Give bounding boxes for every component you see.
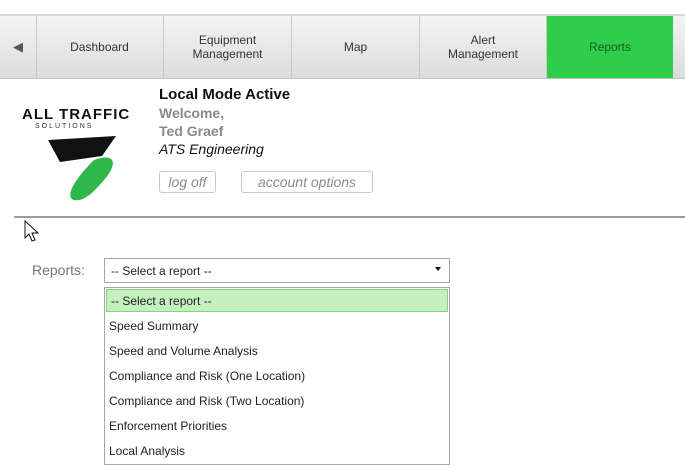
logoff-button[interactable]: log off — [159, 171, 216, 193]
tab-label: Map — [343, 40, 368, 54]
dropdown-arrow-icon — [435, 267, 441, 271]
top-strip — [0, 0, 685, 16]
company-logo: ALL TRAFFIC SOLUTIONS — [18, 94, 142, 212]
logo-swoosh-icon — [48, 136, 116, 201]
mouse-pointer-icon — [24, 220, 40, 242]
tab-equipment-management[interactable]: Equipment Management — [164, 16, 292, 78]
option-compliance-risk-two[interactable]: Compliance and Risk (Two Location) — [105, 388, 449, 413]
report-dropdown-list: -- Select a report -- Speed Summary Spee… — [104, 287, 450, 465]
reports-label: Reports: — [32, 262, 85, 278]
main-nav: ◀ Dashboard Equipment Management Map Ale… — [0, 16, 685, 79]
user-name: Ted Graef — [159, 123, 224, 139]
user-info: Local Mode Active Welcome, Ted Graef ATS… — [159, 86, 419, 193]
option-local-analysis[interactable]: Local Analysis — [105, 438, 449, 463]
option-speed-volume-analysis[interactable]: Speed and Volume Analysis — [105, 338, 449, 363]
option-enforcement-priorities[interactable]: Enforcement Priorities — [105, 413, 449, 438]
header-divider — [14, 216, 685, 218]
report-select[interactable]: -- Select a report -- — [104, 258, 450, 283]
option-speed-summary[interactable]: Speed Summary — [105, 313, 449, 338]
tab-alert-management[interactable]: Alert Management — [420, 16, 547, 78]
page: ◀ Dashboard Equipment Management Map Ale… — [0, 0, 685, 469]
option-compliance-risk-one[interactable]: Compliance and Risk (One Location) — [105, 363, 449, 388]
nav-back-arrow-icon[interactable]: ◀ — [0, 16, 37, 78]
tab-reports[interactable]: Reports — [547, 16, 673, 78]
logo-tagline: SOLUTIONS — [35, 123, 94, 130]
report-select-value: -- Select a report -- — [111, 264, 212, 278]
tab-map[interactable]: Map — [292, 16, 420, 78]
tab-label: Alert Management — [447, 33, 519, 61]
tab-label: Reports — [588, 40, 632, 54]
welcome-text: Welcome, — [159, 105, 225, 121]
account-options-button[interactable]: account options — [241, 171, 373, 193]
logo-wordmark: ALL TRAFFIC — [22, 106, 131, 123]
tab-dashboard[interactable]: Dashboard — [36, 16, 164, 78]
option-select-report[interactable]: -- Select a report -- — [106, 289, 448, 312]
company-name: ATS Engineering — [159, 141, 264, 157]
mode-status: Local Mode Active — [159, 86, 291, 103]
tab-label: Dashboard — [70, 40, 129, 54]
tab-label: Equipment Management — [192, 33, 263, 61]
